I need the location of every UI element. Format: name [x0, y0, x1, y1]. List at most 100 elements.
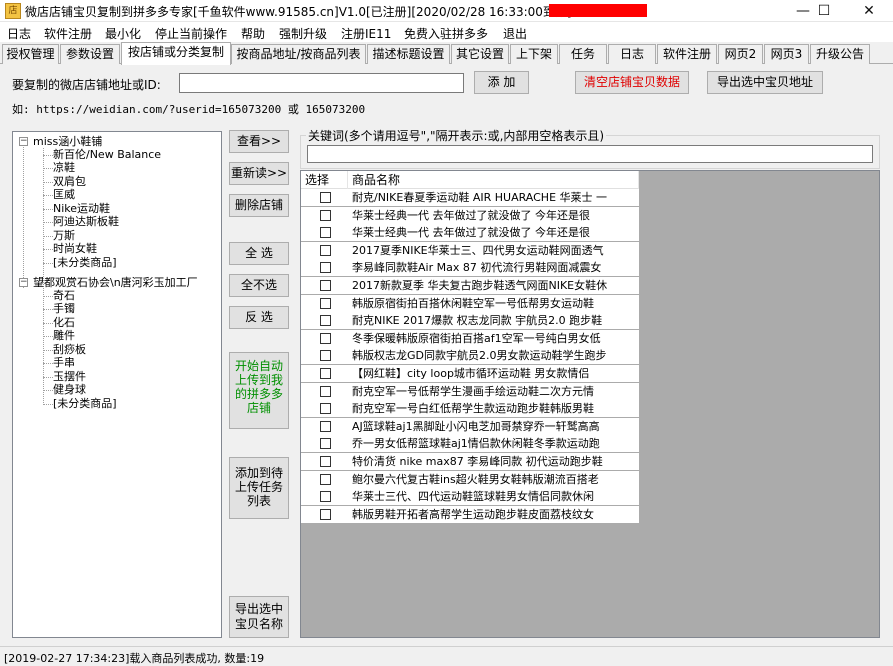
tree-category-node[interactable]: [未分类商品] [53, 397, 117, 410]
table-row[interactable]: 耐克空军一号白红低帮学生款运动跑步鞋韩版男鞋 [301, 400, 639, 418]
row-checkbox[interactable] [320, 227, 331, 239]
table-row[interactable]: 特价清货 nike max87 李易峰同款 初代运动跑步鞋 [301, 453, 639, 470]
table-row[interactable]: 【网红鞋】city loop城市循环运动鞋 男女款情侣 [301, 365, 639, 382]
menu-help[interactable]: 帮助 [241, 25, 265, 42]
table-row[interactable]: 耐克空军一号低帮学生漫画手绘运动鞋二次方元情 [301, 382, 639, 400]
delete-shop-button[interactable]: 删除店铺 [229, 194, 289, 217]
menu-minimize[interactable]: 最小化 [105, 25, 141, 42]
row-checkbox[interactable] [320, 438, 331, 450]
table-row[interactable]: AJ篮球鞋aj1黑脚趾小闪电芝加哥禁穿乔一轩鹫高高 [301, 417, 639, 435]
collapse-icon[interactable]: − [19, 137, 28, 146]
tree-category-node[interactable]: 手串 [53, 356, 75, 369]
header-product-name[interactable]: 商品名称 [348, 171, 639, 189]
row-checkbox[interactable] [320, 350, 331, 362]
table-row[interactable]: 李易峰同款鞋Air Max 87 初代流行男鞋网面减震女 [301, 259, 639, 277]
menu-register[interactable]: 软件注册 [44, 25, 92, 42]
tree-category-node[interactable]: 万斯 [53, 229, 75, 242]
table-row[interactable]: 韩版权志龙GD同款宇航员2.0男女款运动鞋学生跑步 [301, 347, 639, 365]
menu-stop[interactable]: 停止当前操作 [155, 25, 227, 42]
row-checkbox[interactable] [320, 262, 331, 274]
tree-category-node[interactable]: 雕件 [53, 329, 75, 342]
product-list[interactable]: 选择 商品名称 耐克/NIKE春夏季运动鞋 AIR HUARACHE 华莱士 一… [300, 170, 880, 638]
menu-force-upgrade[interactable]: 强制升级 [279, 25, 327, 42]
row-checkbox[interactable] [320, 473, 331, 485]
row-checkbox[interactable] [320, 420, 331, 432]
tab-web3[interactable]: 网页3 [764, 44, 809, 64]
view-button[interactable]: 查看>> [229, 130, 289, 153]
select-none-button[interactable]: 全不选 [229, 274, 289, 297]
clear-shop-data-button[interactable]: 清空店铺宝贝数据 [575, 71, 689, 94]
tab-other[interactable]: 其它设置 [451, 44, 509, 64]
row-checkbox[interactable] [320, 192, 331, 203]
select-all-button[interactable]: 全 选 [229, 242, 289, 265]
tree-category-node[interactable]: [未分类商品] [53, 256, 117, 269]
menu-register-ie11[interactable]: 注册IE11 [341, 25, 391, 42]
tree-category-node[interactable]: 双肩包 [53, 175, 86, 188]
row-checkbox[interactable] [320, 280, 331, 291]
tree-category-node[interactable]: 新百伦/New Balance [53, 148, 161, 161]
add-to-task-button[interactable]: 添加到待 上传任务 列表 [229, 457, 289, 519]
table-row[interactable]: 2017夏季NIKE华莱士三、四代男女运动鞋网面透气 [301, 241, 639, 259]
export-selected-urls-button[interactable]: 导出选中宝贝地址 [707, 71, 823, 94]
tree-category-node[interactable]: 化石 [53, 316, 75, 329]
table-row[interactable]: 韩版原宿街拍百搭休闲鞋空军一号低帮男女运动鞋 [301, 294, 639, 312]
row-checkbox[interactable] [320, 508, 331, 520]
tab-announcement[interactable]: 升级公告 [810, 44, 870, 64]
shop-url-input[interactable] [179, 73, 464, 93]
close-button[interactable]: ✕ [849, 0, 889, 22]
row-checkbox[interactable] [320, 385, 331, 397]
add-button[interactable]: 添 加 [474, 71, 529, 94]
tab-auth[interactable]: 授权管理 [2, 44, 59, 64]
row-checkbox[interactable] [320, 244, 331, 256]
menu-log[interactable]: 日志 [7, 25, 31, 42]
start-upload-button[interactable]: 开始自动 上传到我 的拼多多 店铺 [229, 352, 289, 429]
tab-desc-title[interactable]: 描述标题设置 [367, 44, 450, 64]
maximize-button[interactable]: ☐ [804, 0, 844, 22]
table-row[interactable]: 华莱士三代、四代运动鞋篮球鞋男女情侣同款休闲 [301, 488, 639, 506]
invert-selection-button[interactable]: 反 选 [229, 306, 289, 329]
reload-button[interactable]: 重新读>> [229, 162, 289, 185]
tree-shop-node[interactable]: 望都观赏石协会\n唐河彩玉加工厂 [33, 276, 198, 289]
header-select[interactable]: 选择 [301, 171, 348, 189]
tree-category-node[interactable]: 时尚女鞋 [53, 242, 97, 255]
table-row[interactable]: 2017新款夏季 华夫复古跑步鞋透气网面NIKE女鞋休 [301, 277, 639, 294]
row-checkbox[interactable] [320, 332, 331, 344]
tree-category-node[interactable]: 手镯 [53, 302, 75, 315]
row-checkbox[interactable] [320, 403, 331, 415]
collapse-icon[interactable]: − [19, 278, 28, 287]
menu-join-pdd[interactable]: 免费入驻拼多多 [404, 25, 488, 42]
tab-shelf[interactable]: 上下架 [510, 44, 558, 64]
shop-category-tree[interactable]: − miss涵小鞋铺 新百伦/New Balance 凉鞋 双肩包 匡威 Nik… [12, 131, 222, 638]
row-checkbox[interactable] [320, 456, 331, 467]
row-checkbox[interactable] [320, 315, 331, 327]
tab-params[interactable]: 参数设置 [60, 44, 120, 64]
tab-web2[interactable]: 网页2 [718, 44, 763, 64]
tree-category-node[interactable]: 健身球 [53, 383, 86, 396]
tree-category-node[interactable]: 玉摆件 [53, 370, 86, 383]
tab-register[interactable]: 软件注册 [657, 44, 717, 64]
table-row[interactable]: 耐克/NIKE春夏季运动鞋 AIR HUARACHE 华莱士 一 [301, 189, 639, 206]
table-row[interactable]: 华莱士经典一代 去年做过了就没做了 今年还是很 [301, 206, 639, 224]
tab-log[interactable]: 日志 [608, 44, 656, 64]
tab-task[interactable]: 任务 [559, 44, 607, 64]
row-checkbox[interactable] [320, 209, 331, 221]
menu-exit[interactable]: 退出 [503, 25, 527, 42]
row-checkbox[interactable] [320, 491, 331, 503]
table-row[interactable]: 华莱士经典一代 去年做过了就没做了 今年还是很 [301, 224, 639, 242]
tree-category-node[interactable]: 阿迪达斯板鞋 [53, 215, 119, 228]
tab-copy-by-shop[interactable]: 按店铺或分类复制 [121, 42, 231, 65]
table-row[interactable]: 乔一男女低帮篮球鞋aj1情侣款休闲鞋冬季款运动跑 [301, 435, 639, 453]
tree-category-node[interactable]: 匡威 [53, 188, 75, 201]
tab-by-url[interactable]: 按商品地址/按商品列表 [231, 44, 366, 64]
tree-shop-node[interactable]: miss涵小鞋铺 [33, 135, 102, 148]
table-row[interactable]: 耐克NIKE 2017爆款 权志龙同款 宇航员2.0 跑步鞋 [301, 312, 639, 330]
tree-category-node[interactable]: 刮痧板 [53, 343, 86, 356]
tree-category-node[interactable]: 奇石 [53, 289, 75, 302]
keyword-input[interactable] [307, 145, 873, 163]
table-row[interactable]: 韩版男鞋开拓者高帮学生运动跑步鞋皮面荔枝纹女 [301, 505, 639, 523]
table-row[interactable]: 冬季保暖韩版原宿街拍百搭af1空军一号纯白男女低 [301, 329, 639, 347]
table-row[interactable]: 鲍尔曼六代复古鞋ins超火鞋男女鞋韩版潮流百搭老 [301, 470, 639, 488]
tree-category-node[interactable]: Nike运动鞋 [53, 202, 110, 215]
row-checkbox[interactable] [320, 368, 331, 379]
tree-category-node[interactable]: 凉鞋 [53, 161, 75, 174]
